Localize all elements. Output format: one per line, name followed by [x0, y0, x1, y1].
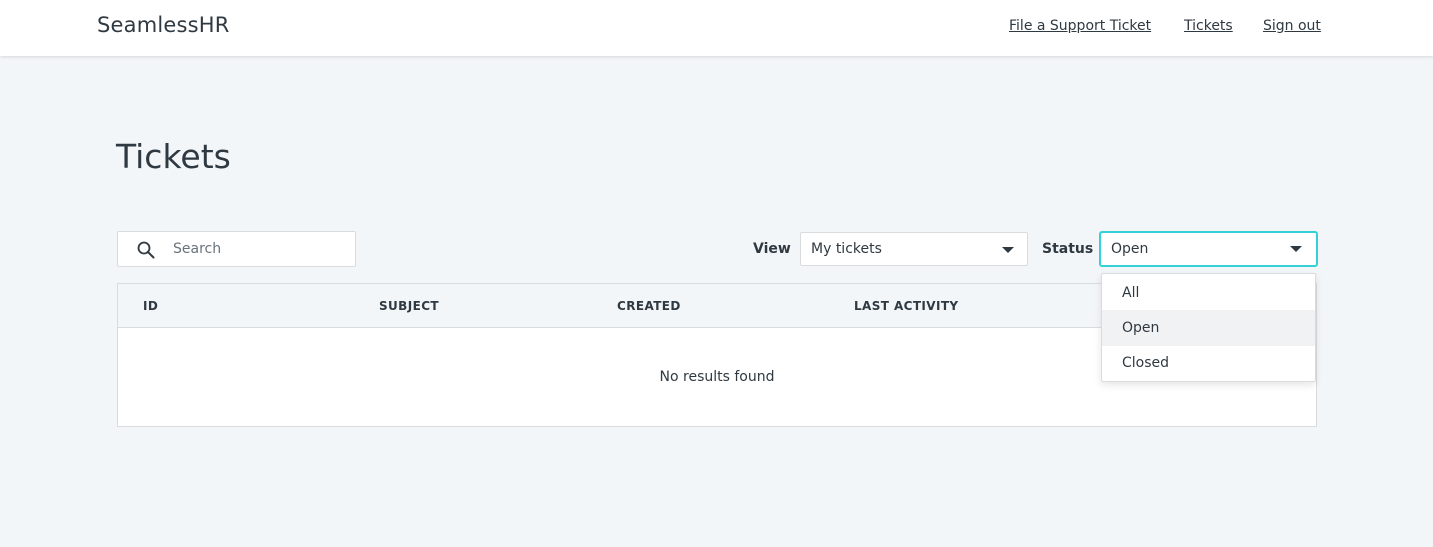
- chevron-down-icon: [1290, 246, 1302, 252]
- view-select-value: My tickets: [811, 241, 882, 257]
- column-header-created[interactable]: CREATED: [617, 299, 681, 313]
- status-select[interactable]: Open: [1099, 231, 1318, 267]
- status-dropdown-menu: All Open Closed: [1101, 273, 1316, 382]
- status-option-closed[interactable]: Closed: [1102, 345, 1315, 381]
- column-header-id[interactable]: ID: [143, 299, 158, 313]
- status-select-value: Open: [1111, 241, 1149, 257]
- sign-out-link[interactable]: Sign out: [1263, 18, 1321, 34]
- status-label: Status: [1042, 241, 1094, 257]
- page-title: Tickets: [116, 137, 231, 176]
- status-option-open[interactable]: Open: [1102, 310, 1315, 346]
- column-header-subject[interactable]: SUBJECT: [379, 299, 439, 313]
- brand-logo-text[interactable]: SeamlessHR: [97, 13, 230, 37]
- search-box[interactable]: [117, 231, 356, 267]
- search-icon: [137, 241, 155, 259]
- status-option-all[interactable]: All: [1102, 275, 1315, 311]
- tickets-link[interactable]: Tickets: [1184, 18, 1233, 34]
- top-navigation-bar: SeamlessHR File a Support Ticket Tickets…: [0, 0, 1433, 56]
- column-header-last-activity[interactable]: LAST ACTIVITY: [854, 299, 959, 313]
- file-support-ticket-link[interactable]: File a Support Ticket: [1009, 18, 1151, 34]
- search-input[interactable]: [173, 239, 343, 259]
- view-label: View: [753, 241, 791, 257]
- view-select[interactable]: My tickets: [800, 232, 1028, 266]
- chevron-down-icon: [1002, 247, 1014, 253]
